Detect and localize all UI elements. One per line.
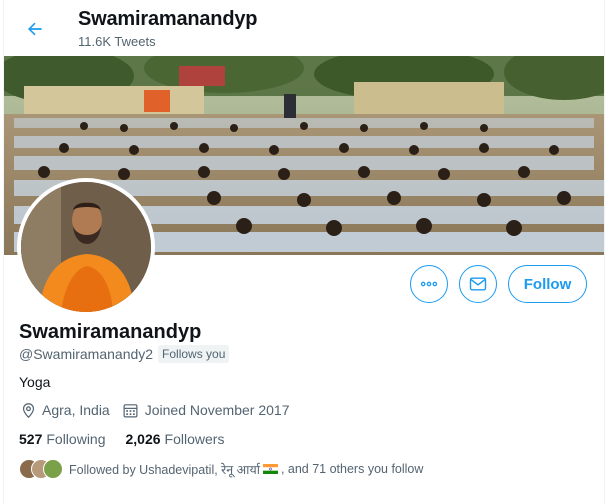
profile-name: Swamiramanandyp xyxy=(19,321,202,343)
right-frame-border xyxy=(604,0,608,504)
profile-handle: @Swamiramanandy2 xyxy=(19,346,154,362)
location-icon xyxy=(19,401,37,419)
mail-icon xyxy=(469,277,487,291)
following-label: Following xyxy=(46,431,106,447)
follows-you-badge: Follows you xyxy=(158,345,230,363)
mutual-avatars xyxy=(19,459,65,479)
follow-button[interactable]: Follow xyxy=(508,265,587,303)
profile-bio: Yoga xyxy=(19,374,51,390)
profile-meta: Agra, India Joined November 2017 xyxy=(19,401,289,419)
followed-by-row[interactable]: Followed by Ushadevipatil, रेनू आर्या , … xyxy=(19,459,423,479)
followers-link[interactable]: 2,026 Followers xyxy=(126,431,225,447)
message-button[interactable] xyxy=(459,265,497,303)
mutual-avatar xyxy=(43,459,63,479)
back-button[interactable] xyxy=(18,12,52,46)
handle-row: @Swamiramanandy2 Follows you xyxy=(19,345,230,363)
follow-counts: 527 Following 2,026 Followers xyxy=(19,431,244,447)
profile-joined: Joined November 2017 xyxy=(144,402,290,418)
followers-count: 2,026 xyxy=(125,431,161,447)
followers-label: Followers xyxy=(164,431,225,447)
header-title: Swamiramanandyp xyxy=(78,8,258,30)
profile-avatar[interactable] xyxy=(17,178,155,316)
more-options-icon xyxy=(420,281,438,287)
calendar-icon xyxy=(122,401,140,419)
arrow-left-icon xyxy=(28,22,42,36)
more-options-button[interactable] xyxy=(410,265,448,303)
tweet-count: 11.6K Tweets xyxy=(78,34,156,49)
profile-header: Swamiramanandyp 11.6K Tweets xyxy=(4,0,604,56)
following-link[interactable]: 527 Following xyxy=(19,431,106,447)
profile-location: Agra, India xyxy=(42,402,110,418)
followed-by-others: , and 71 others you follow xyxy=(280,462,424,476)
followed-by-text: Followed by Ushadevipatil, रेनू आर्या xyxy=(69,462,260,477)
following-count: 527 xyxy=(19,431,43,447)
india-flag-icon xyxy=(262,464,278,474)
